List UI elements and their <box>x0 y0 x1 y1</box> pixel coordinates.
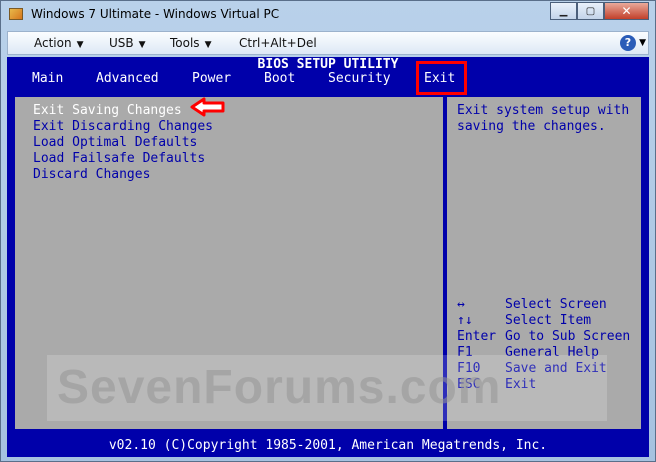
menu-usb[interactable]: USB ▼ <box>109 36 146 50</box>
title-bar[interactable]: Windows 7 Ultimate - Windows Virtual PC … <box>1 1 655 29</box>
menu-bar: Action ▼ USB ▼ Tools ▼ Ctrl+Alt+Del ? ▼ <box>7 31 649 55</box>
bios-copyright-footer: v02.10 (C)Copyright 1985-2001, American … <box>108 438 548 453</box>
menu-action[interactable]: Action ▼ <box>34 36 84 50</box>
minimize-button[interactable]: ▁ <box>550 2 577 20</box>
menu-usb-label: USB <box>109 36 134 50</box>
menu-tools[interactable]: Tools ▼ <box>170 36 211 50</box>
key-description: Go to Sub Screen <box>505 329 631 344</box>
chevron-down-icon: ▼ <box>204 40 212 50</box>
option-exit-discarding-changes[interactable]: Exit Discarding Changes <box>33 119 213 134</box>
virtual-pc-window: Windows 7 Ultimate - Windows Virtual PC … <box>0 0 656 462</box>
maximize-button[interactable]: ▢ <box>577 2 604 20</box>
option-load-optimal-defaults[interactable]: Load Optimal Defaults <box>33 135 197 150</box>
help-description-line-1: Exit system setup with <box>457 103 630 118</box>
sevenforums-watermark: SevenForums.com <box>47 355 607 421</box>
bios-title: BIOS SETUP UTILITY <box>257 57 399 72</box>
up-down-arrows-icon: ↑↓ <box>457 313 473 328</box>
menu-tools-label: Tools <box>170 36 200 50</box>
menu-action-label: Action <box>34 36 72 50</box>
chevron-down-icon: ▼ <box>138 40 146 50</box>
left-right-arrows-icon: ↔ <box>457 297 465 312</box>
help-description-line-2: saving the changes. <box>457 119 606 134</box>
window-controls: ▁ ▢ ✕ <box>550 2 649 21</box>
tab-advanced[interactable]: Advanced <box>96 71 159 86</box>
exit-tab-highlight-box <box>416 61 467 95</box>
virtual-pc-icon <box>9 8 23 20</box>
menu-ctrl-alt-del[interactable]: Ctrl+Alt+Del <box>239 36 317 50</box>
tab-main[interactable]: Main <box>32 71 63 86</box>
option-exit-saving-changes[interactable]: Exit Saving Changes <box>33 103 182 118</box>
key-description: Select Screen <box>505 297 607 312</box>
option-discard-changes[interactable]: Discard Changes <box>33 167 150 182</box>
help-icon[interactable]: ? <box>620 35 636 51</box>
tab-security[interactable]: Security <box>328 71 391 86</box>
chevron-down-icon[interactable]: ▼ <box>639 38 646 48</box>
tab-power[interactable]: Power <box>192 71 231 86</box>
tab-boot[interactable]: Boot <box>264 71 295 86</box>
close-button[interactable]: ✕ <box>604 2 649 20</box>
window-title: Windows 7 Ultimate - Windows Virtual PC <box>31 7 280 21</box>
key-enter: Enter <box>457 329 497 344</box>
chevron-down-icon: ▼ <box>76 40 84 50</box>
key-description: Select Item <box>505 313 592 328</box>
option-load-failsafe-defaults[interactable]: Load Failsafe Defaults <box>33 151 205 166</box>
red-arrow-icon <box>190 97 225 117</box>
